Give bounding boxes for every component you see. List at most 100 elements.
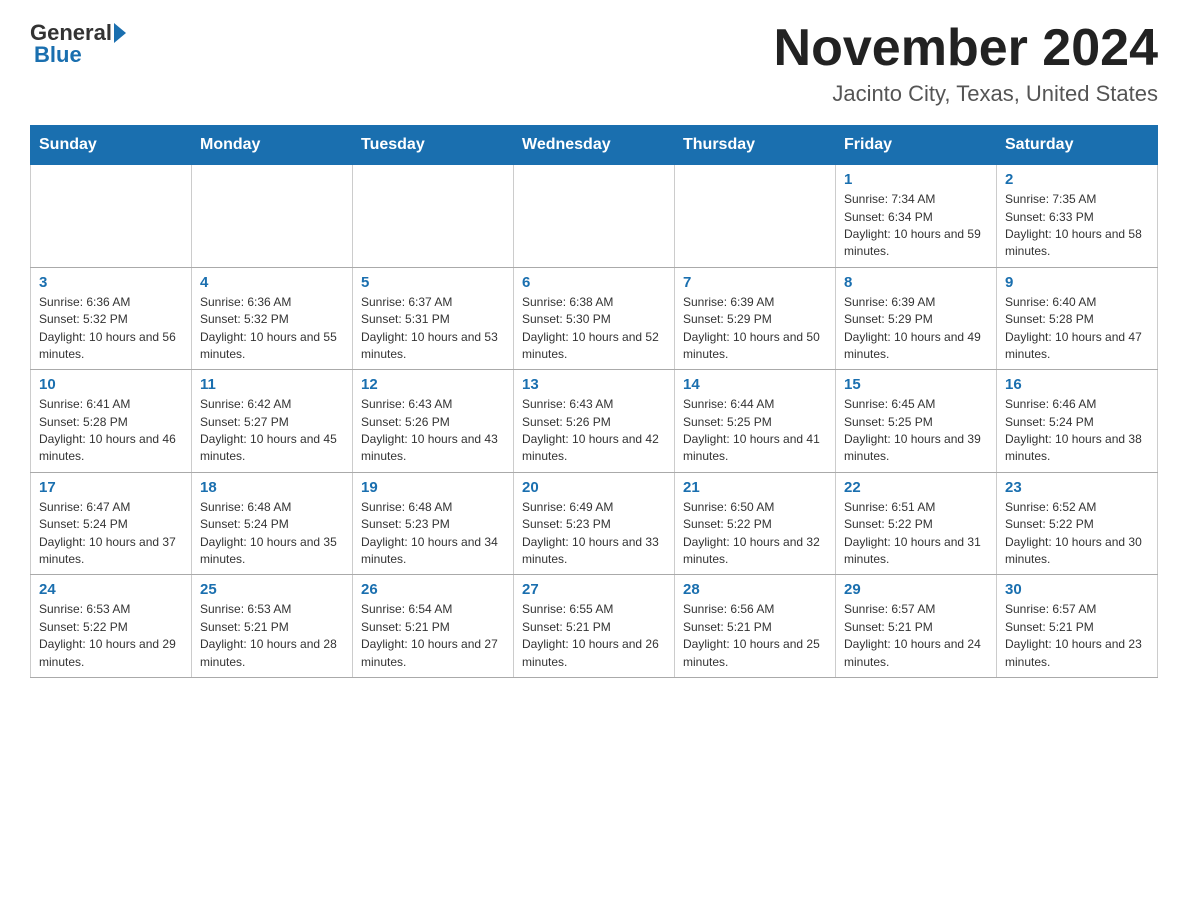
day-info: Sunrise: 6:39 AM Sunset: 5:29 PM Dayligh…: [683, 294, 827, 364]
calendar-cell: 14Sunrise: 6:44 AM Sunset: 5:25 PM Dayli…: [675, 370, 836, 473]
calendar-cell: 2 Sunrise: 7:35 AM Sunset: 6:33 PM Daylig…: [997, 165, 1158, 268]
calendar-cell: [514, 165, 675, 268]
day-info: Sunrise: 7:34 AM Sunset: 6:34 PM Dayligh…: [844, 191, 988, 261]
weekday-header-sunday: Sunday: [31, 126, 192, 165]
calendar-cell: 6 Sunrise: 6:38 AM Sunset: 5:30 PM Daylig…: [514, 267, 675, 370]
day-info: Sunrise: 6:56 AM Sunset: 5:21 PM Dayligh…: [683, 601, 827, 671]
week-row-4: 17 Sunrise: 6:47 AM Sunset: 5:24 PM Dayli…: [31, 472, 1158, 575]
day-number: 9: [1005, 274, 1149, 291]
day-info: Sunrise: 6:48 AM Sunset: 5:23 PM Dayligh…: [361, 499, 505, 569]
day-number: 23: [1005, 479, 1149, 496]
calendar-cell: 18 Sunrise: 6:48 AM Sunset: 5:24 PM Dayli…: [192, 472, 353, 575]
day-number: 1: [844, 171, 988, 188]
day-number: 5: [361, 274, 505, 291]
day-number: 3: [39, 274, 183, 291]
calendar-cell: 22Sunrise: 6:51 AM Sunset: 5:22 PM Dayli…: [836, 472, 997, 575]
day-info: Sunrise: 6:44 AM Sunset: 5:25 PM Dayligh…: [683, 396, 827, 466]
calendar-cell: [675, 165, 836, 268]
calendar-cell: 15 Sunrise: 6:45 AM Sunset: 5:25 PM Dayli…: [836, 370, 997, 473]
day-number: 20: [522, 479, 666, 496]
calendar-cell: 17 Sunrise: 6:47 AM Sunset: 5:24 PM Dayli…: [31, 472, 192, 575]
day-number: 2: [1005, 171, 1149, 188]
day-number: 12: [361, 376, 505, 393]
calendar-cell: 5 Sunrise: 6:37 AM Sunset: 5:31 PM Daylig…: [353, 267, 514, 370]
calendar-cell: 8 Sunrise: 6:39 AM Sunset: 5:29 PM Daylig…: [836, 267, 997, 370]
day-number: 10: [39, 376, 183, 393]
weekday-header-monday: Monday: [192, 126, 353, 165]
day-number: 15: [844, 376, 988, 393]
day-info: Sunrise: 6:41 AM Sunset: 5:28 PM Dayligh…: [39, 396, 183, 466]
day-info: Sunrise: 6:45 AM Sunset: 5:25 PM Dayligh…: [844, 396, 988, 466]
day-number: 17: [39, 479, 183, 496]
day-number: 21: [683, 479, 827, 496]
day-info: Sunrise: 6:53 AM Sunset: 5:22 PM Dayligh…: [39, 601, 183, 671]
day-number: 7: [683, 274, 827, 291]
weekday-header-friday: Friday: [836, 126, 997, 165]
day-info: Sunrise: 6:36 AM Sunset: 5:32 PM Dayligh…: [200, 294, 344, 364]
calendar-cell: 13 Sunrise: 6:43 AM Sunset: 5:26 PM Dayli…: [514, 370, 675, 473]
logo-area: General Blue: [30, 20, 126, 68]
weekday-header-tuesday: Tuesday: [353, 126, 514, 165]
day-info: Sunrise: 6:52 AM Sunset: 5:22 PM Dayligh…: [1005, 499, 1149, 569]
day-number: 4: [200, 274, 344, 291]
weekday-header-thursday: Thursday: [675, 126, 836, 165]
calendar-cell: 28Sunrise: 6:56 AM Sunset: 5:21 PM Dayli…: [675, 575, 836, 678]
day-info: Sunrise: 6:47 AM Sunset: 5:24 PM Dayligh…: [39, 499, 183, 569]
title-area: November 2024 Jacinto City, Texas, Unite…: [774, 20, 1158, 107]
day-info: Sunrise: 6:42 AM Sunset: 5:27 PM Dayligh…: [200, 396, 344, 466]
week-row-5: 24 Sunrise: 6:53 AM Sunset: 5:22 PM Dayli…: [31, 575, 1158, 678]
day-info: Sunrise: 7:35 AM Sunset: 6:33 PM Dayligh…: [1005, 191, 1149, 261]
day-info: Sunrise: 6:54 AM Sunset: 5:21 PM Dayligh…: [361, 601, 505, 671]
day-number: 26: [361, 581, 505, 598]
calendar-cell: 3 Sunrise: 6:36 AM Sunset: 5:32 PM Daylig…: [31, 267, 192, 370]
calendar-table: SundayMondayTuesdayWednesdayThursdayFrid…: [30, 125, 1158, 678]
calendar-cell: 29Sunrise: 6:57 AM Sunset: 5:21 PM Dayli…: [836, 575, 997, 678]
day-number: 13: [522, 376, 666, 393]
day-info: Sunrise: 6:57 AM Sunset: 5:21 PM Dayligh…: [844, 601, 988, 671]
day-number: 27: [522, 581, 666, 598]
day-number: 19: [361, 479, 505, 496]
calendar-cell: [353, 165, 514, 268]
calendar-cell: 1 Sunrise: 7:34 AM Sunset: 6:34 PM Daylig…: [836, 165, 997, 268]
day-info: Sunrise: 6:43 AM Sunset: 5:26 PM Dayligh…: [361, 396, 505, 466]
calendar-cell: [192, 165, 353, 268]
day-info: Sunrise: 6:55 AM Sunset: 5:21 PM Dayligh…: [522, 601, 666, 671]
day-info: Sunrise: 6:36 AM Sunset: 5:32 PM Dayligh…: [39, 294, 183, 364]
calendar-cell: 12 Sunrise: 6:43 AM Sunset: 5:26 PM Dayli…: [353, 370, 514, 473]
day-info: Sunrise: 6:39 AM Sunset: 5:29 PM Dayligh…: [844, 294, 988, 364]
calendar-cell: [31, 165, 192, 268]
calendar-cell: 26 Sunrise: 6:54 AM Sunset: 5:21 PM Dayli…: [353, 575, 514, 678]
day-info: Sunrise: 6:57 AM Sunset: 5:21 PM Dayligh…: [1005, 601, 1149, 671]
location-subtitle: Jacinto City, Texas, United States: [774, 81, 1158, 107]
day-number: 30: [1005, 581, 1149, 598]
day-number: 24: [39, 581, 183, 598]
day-info: Sunrise: 6:48 AM Sunset: 5:24 PM Dayligh…: [200, 499, 344, 569]
calendar-cell: 21 Sunrise: 6:50 AM Sunset: 5:22 PM Dayli…: [675, 472, 836, 575]
day-info: Sunrise: 6:49 AM Sunset: 5:23 PM Dayligh…: [522, 499, 666, 569]
week-row-2: 3 Sunrise: 6:36 AM Sunset: 5:32 PM Daylig…: [31, 267, 1158, 370]
day-number: 8: [844, 274, 988, 291]
calendar-cell: 11 Sunrise: 6:42 AM Sunset: 5:27 PM Dayli…: [192, 370, 353, 473]
day-info: Sunrise: 6:50 AM Sunset: 5:22 PM Dayligh…: [683, 499, 827, 569]
weekday-header-row: SundayMondayTuesdayWednesdayThursdayFrid…: [31, 126, 1158, 165]
day-info: Sunrise: 6:38 AM Sunset: 5:30 PM Dayligh…: [522, 294, 666, 364]
calendar-cell: 23 Sunrise: 6:52 AM Sunset: 5:22 PM Dayli…: [997, 472, 1158, 575]
day-info: Sunrise: 6:51 AM Sunset: 5:22 PM Dayligh…: [844, 499, 988, 569]
calendar-cell: 4 Sunrise: 6:36 AM Sunset: 5:32 PM Daylig…: [192, 267, 353, 370]
calendar-cell: 30 Sunrise: 6:57 AM Sunset: 5:21 PM Dayli…: [997, 575, 1158, 678]
calendar-cell: 7 Sunrise: 6:39 AM Sunset: 5:29 PM Daylig…: [675, 267, 836, 370]
day-number: 6: [522, 274, 666, 291]
day-info: Sunrise: 6:40 AM Sunset: 5:28 PM Dayligh…: [1005, 294, 1149, 364]
calendar-cell: 24 Sunrise: 6:53 AM Sunset: 5:22 PM Dayli…: [31, 575, 192, 678]
weekday-header-saturday: Saturday: [997, 126, 1158, 165]
calendar-cell: 16Sunrise: 6:46 AM Sunset: 5:24 PM Dayli…: [997, 370, 1158, 473]
day-info: Sunrise: 6:53 AM Sunset: 5:21 PM Dayligh…: [200, 601, 344, 671]
calendar-cell: 19 Sunrise: 6:48 AM Sunset: 5:23 PM Dayli…: [353, 472, 514, 575]
calendar-cell: 9 Sunrise: 6:40 AM Sunset: 5:28 PM Daylig…: [997, 267, 1158, 370]
day-info: Sunrise: 6:46 AM Sunset: 5:24 PM Dayligh…: [1005, 396, 1149, 466]
day-number: 11: [200, 376, 344, 393]
day-number: 18: [200, 479, 344, 496]
page-header: General Blue November 2024 Jacinto City,…: [30, 20, 1158, 107]
day-info: Sunrise: 6:37 AM Sunset: 5:31 PM Dayligh…: [361, 294, 505, 364]
day-info: Sunrise: 6:43 AM Sunset: 5:26 PM Dayligh…: [522, 396, 666, 466]
